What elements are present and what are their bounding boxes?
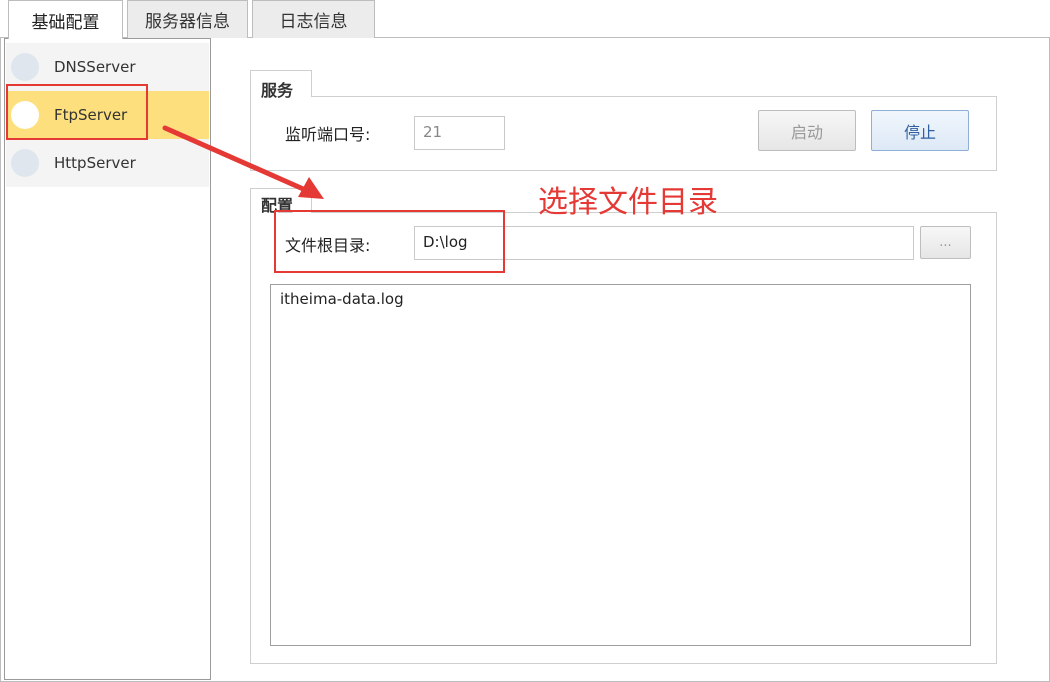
tab-label: 基础配置 bbox=[31, 12, 100, 33]
tab-log-info[interactable]: 日志信息 bbox=[252, 0, 375, 38]
service-group-title: 服务 bbox=[250, 70, 312, 100]
tab-server-info[interactable]: 服务器信息 bbox=[127, 0, 248, 38]
start-button[interactable]: 启动 bbox=[758, 110, 856, 151]
server-status-icon bbox=[11, 53, 39, 81]
sidebar-item-httpserver[interactable]: HttpServer bbox=[6, 139, 209, 187]
annotation-text: 选择文件目录 bbox=[538, 185, 718, 220]
file-list[interactable]: itheima-data.log bbox=[270, 284, 971, 646]
browse-button[interactable]: ... bbox=[920, 226, 971, 259]
port-label: 监听端口号: bbox=[285, 125, 371, 144]
highlight-box-root-dir bbox=[274, 210, 505, 273]
tab-label: 日志信息 bbox=[279, 12, 348, 32]
group-title-text: 服务 bbox=[261, 81, 294, 100]
tab-label: 服务器信息 bbox=[145, 12, 230, 32]
stop-button[interactable]: 停止 bbox=[871, 110, 969, 151]
highlight-box-ftpserver bbox=[6, 84, 148, 140]
port-input[interactable]: 21 bbox=[414, 116, 505, 150]
tab-basic-config[interactable]: 基础配置 bbox=[8, 0, 123, 39]
sidebar-item-label: DNSServer bbox=[54, 58, 136, 76]
server-status-icon bbox=[11, 149, 39, 177]
list-item[interactable]: itheima-data.log bbox=[280, 288, 961, 310]
sidebar-item-label: HttpServer bbox=[54, 154, 136, 172]
